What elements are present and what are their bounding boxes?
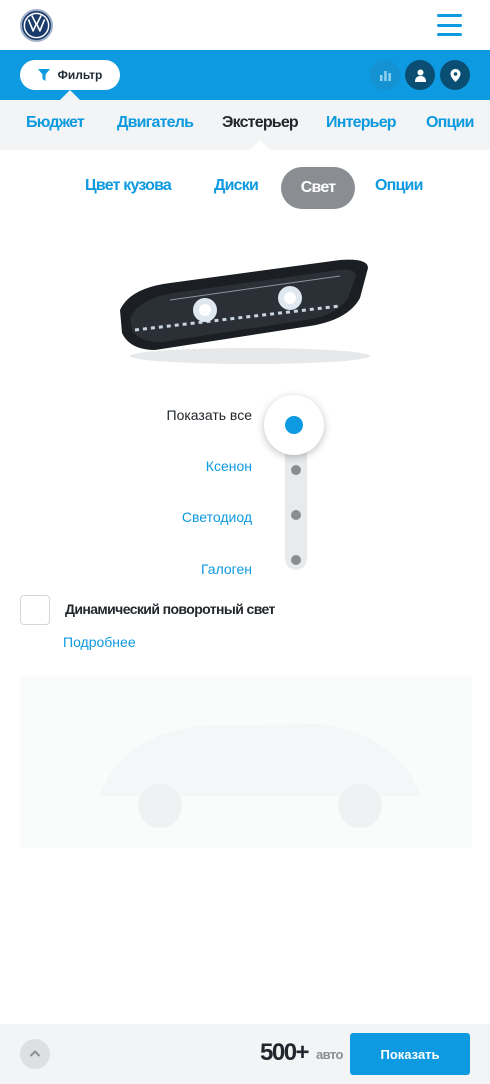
vw-logo-svg: [23, 12, 50, 39]
filter-caret: [60, 90, 80, 100]
light-selector-track: [285, 440, 307, 570]
scroll-up-button[interactable]: [20, 1039, 50, 1069]
chart-icon[interactable]: [370, 60, 400, 90]
subtab-light[interactable]: Свет: [281, 167, 355, 209]
subtab-wheels[interactable]: Диски: [214, 177, 259, 199]
light-option-xenon[interactable]: Ксенон: [206, 458, 252, 474]
light-option-all[interactable]: Показать все: [167, 407, 252, 423]
subtab-body-color[interactable]: Цвет кузова: [85, 177, 172, 199]
bottom-bar: 500+ авто Показать: [0, 1024, 490, 1084]
result-count-unit: авто: [316, 1047, 343, 1062]
filter-button[interactable]: Фильтр: [20, 60, 120, 90]
filter-button-label: Фильтр: [57, 68, 103, 82]
vw-logo-icon[interactable]: [20, 9, 53, 42]
user-icon[interactable]: [405, 60, 435, 90]
subtab-options[interactable]: Опции: [375, 177, 423, 199]
dynamic-light-label: Динамический поворотный свет: [65, 601, 275, 617]
category-tabs: Бюджет Двигатель Экстерьер Интерьер Опци…: [0, 100, 490, 150]
light-selector-dot-led[interactable]: [291, 510, 301, 520]
tab-interior[interactable]: Интерьер: [326, 114, 397, 132]
result-count: 500+: [260, 1039, 310, 1066]
tab-budget[interactable]: Бюджет: [26, 114, 85, 132]
location-pin-icon[interactable]: [440, 60, 470, 90]
light-option-led[interactable]: Светодиод: [182, 509, 252, 525]
light-selector-dot-xenon[interactable]: [291, 465, 301, 475]
dynamic-light-checkbox[interactable]: [20, 595, 50, 625]
funnel-icon: [37, 69, 50, 81]
light-selector-knob[interactable]: [264, 395, 324, 455]
tab-exterior[interactable]: Экстерьер: [222, 114, 299, 132]
show-results-button[interactable]: Показать: [350, 1033, 470, 1075]
active-tab-caret: [250, 140, 270, 150]
tab-options[interactable]: Опции: [426, 114, 474, 132]
hamburger-menu-icon[interactable]: [437, 14, 462, 36]
tab-engine[interactable]: Двигатель: [117, 114, 194, 132]
chevron-up-icon: [29, 1050, 41, 1057]
car-preview-image: [20, 676, 472, 848]
light-option-halogen[interactable]: Галоген: [201, 561, 252, 577]
light-selector-dot-halogen[interactable]: [291, 555, 301, 565]
headlight-image: [120, 259, 370, 364]
more-info-link[interactable]: Подробнее: [63, 634, 136, 650]
top-header: [0, 0, 490, 50]
